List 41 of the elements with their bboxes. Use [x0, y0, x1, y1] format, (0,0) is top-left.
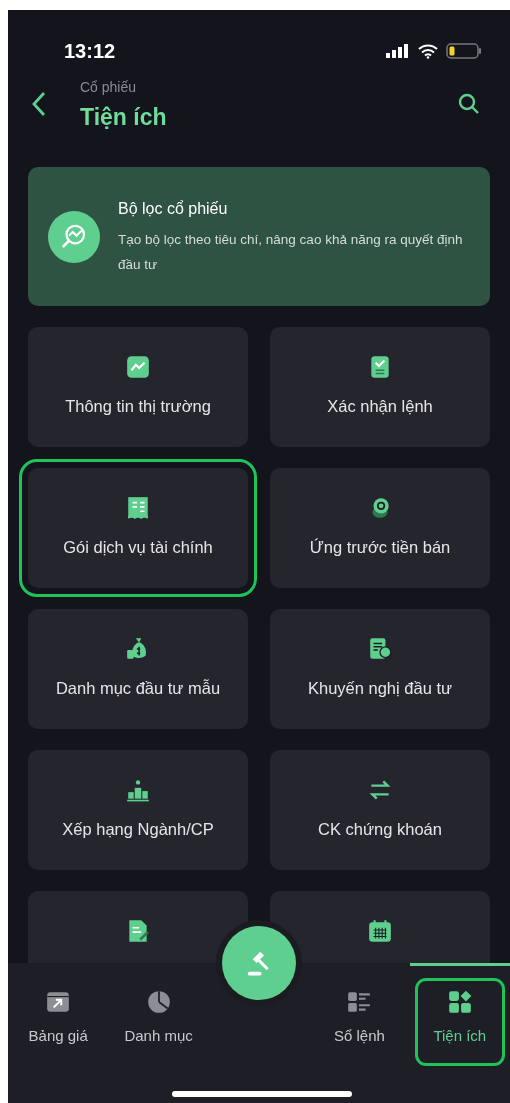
pie-chart-icon — [145, 989, 172, 1015]
utility-tile[interactable]: Danh mục đầu tư mẫu — [28, 609, 248, 729]
chart-icon — [125, 354, 151, 380]
page-title: Tiện ích — [80, 102, 168, 132]
tile-label: CK chứng khoán — [318, 819, 442, 840]
nav-tab[interactable]: Sổ lệnh — [317, 981, 402, 1063]
tile-label: Gói dịch vụ tài chính — [63, 537, 213, 558]
receipt-icon — [125, 495, 151, 521]
utility-tile[interactable]: Gói dịch vụ tài chính — [28, 468, 248, 588]
utility-tile[interactable]: CK chứng khoán — [270, 750, 490, 870]
tile-label: Khuyến nghị đầu tư — [307, 678, 453, 699]
utility-tile[interactable]: Ứng trước tiền bán — [270, 468, 490, 588]
document-bulb-icon — [367, 636, 393, 662]
signal-icon — [386, 44, 410, 58]
tile-label: Thông tin thị trường — [65, 396, 211, 417]
price-board-icon — [45, 989, 72, 1015]
banner-description: Tạo bộ lọc theo tiêu chí, nâng cao khả năng ra quyết định đầu tư — [118, 230, 464, 274]
tile-label: Xếp hạng Ngành/CP — [62, 819, 214, 840]
header-subtitle: Cổ phiếu — [80, 77, 138, 97]
stock-filter-banner[interactable]: Bộ lọc cổ phiếu Tạo bộ lọc theo tiêu chí, nâng cao khả năng ra quyết định đầu tư — [28, 167, 490, 306]
podium-icon — [125, 777, 151, 803]
back-icon — [31, 91, 47, 117]
calendar-icon — [367, 918, 393, 944]
nav-tab[interactable]: Bảng giá — [16, 981, 101, 1063]
checklist-icon — [346, 989, 373, 1015]
grid-icon — [446, 989, 473, 1015]
nav-tab[interactable]: Danh mục — [116, 981, 201, 1063]
wifi-icon — [418, 43, 438, 59]
utility-tile[interactable]: Thông tin thị trường — [28, 327, 248, 447]
status-time: 13:12 — [64, 39, 116, 64]
battery-icon — [446, 43, 482, 59]
filter-chart-icon — [48, 210, 100, 263]
tile-label: Ứng trước tiền bán — [309, 537, 451, 558]
tile-label: Danh mục đầu tư mẫu — [55, 678, 221, 699]
tile-label: Xác nhận lệnh — [327, 396, 433, 417]
utility-tile[interactable]: Xác nhận lệnh — [270, 327, 490, 447]
utility-tile[interactable]: Xếp hạng Ngành/CP — [28, 750, 248, 870]
utility-tile[interactable]: Khuyến nghị đầu tư — [270, 609, 490, 729]
banner-title: Bộ lọc cổ phiếu — [118, 198, 229, 219]
nav-tab[interactable]: Tiện ích — [417, 981, 502, 1063]
search-icon — [457, 92, 481, 116]
